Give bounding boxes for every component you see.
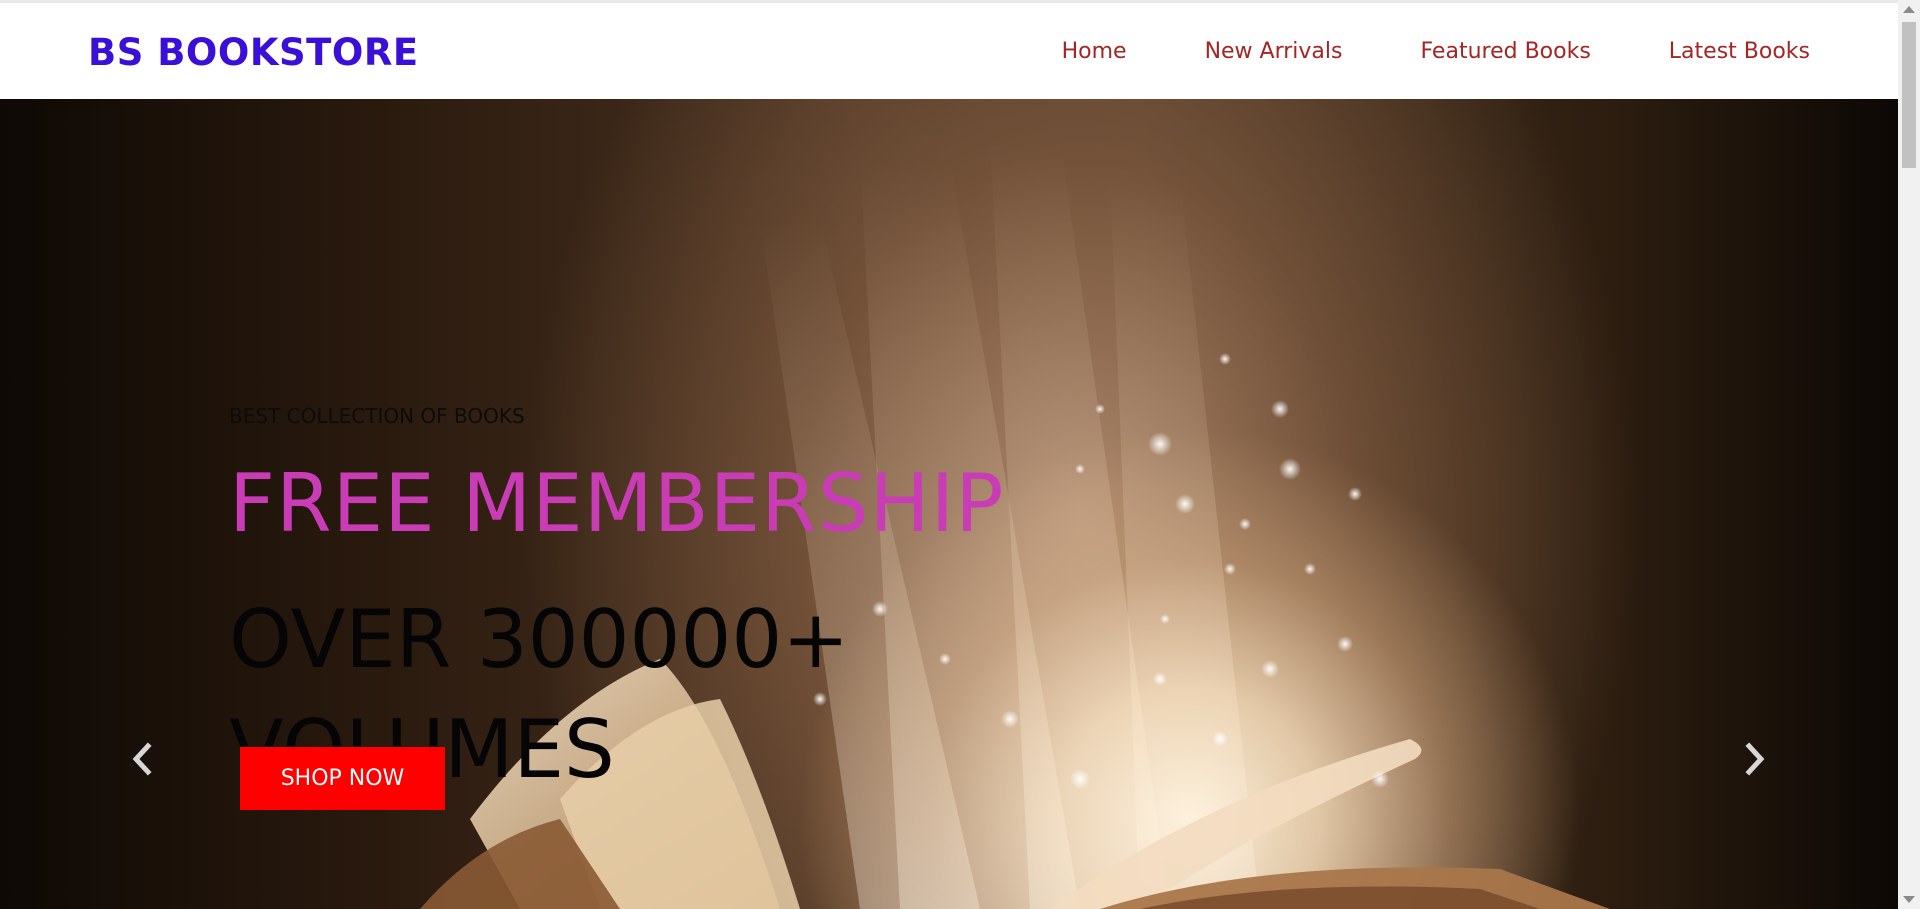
hero-eyebrow: BEST COLLECTION OF BOOKS: [229, 404, 525, 428]
chevron-left-icon: [132, 742, 152, 776]
nav-home[interactable]: Home: [1062, 39, 1127, 64]
main-nav: Home New Arrivals Featured Books Latest …: [984, 39, 1810, 64]
nav-new-arrivals[interactable]: New Arrivals: [1205, 39, 1343, 64]
scrollbar-thumb[interactable]: [1902, 22, 1916, 168]
site-logo[interactable]: BS BOOKSTORE: [88, 31, 419, 74]
hero-headline-primary: FREE MEMBERSHIP: [229, 457, 1005, 550]
scroll-down-arrow-icon[interactable]: [1903, 896, 1915, 903]
shop-now-button[interactable]: SHOP NOW: [240, 747, 445, 810]
chevron-right-icon: [1745, 742, 1765, 776]
carousel-prev-button[interactable]: [122, 739, 162, 779]
nav-featured-books[interactable]: Featured Books: [1420, 39, 1590, 64]
site-header: BS BOOKSTORE Home New Arrivals Featured …: [0, 3, 1898, 99]
scroll-up-arrow-icon[interactable]: [1903, 6, 1915, 13]
page-scrollbar[interactable]: [1898, 0, 1920, 909]
hero-headline-secondary-line1: OVER 300000+: [229, 593, 850, 686]
nav-latest-books[interactable]: Latest Books: [1669, 39, 1810, 64]
carousel-next-button[interactable]: [1735, 739, 1775, 779]
